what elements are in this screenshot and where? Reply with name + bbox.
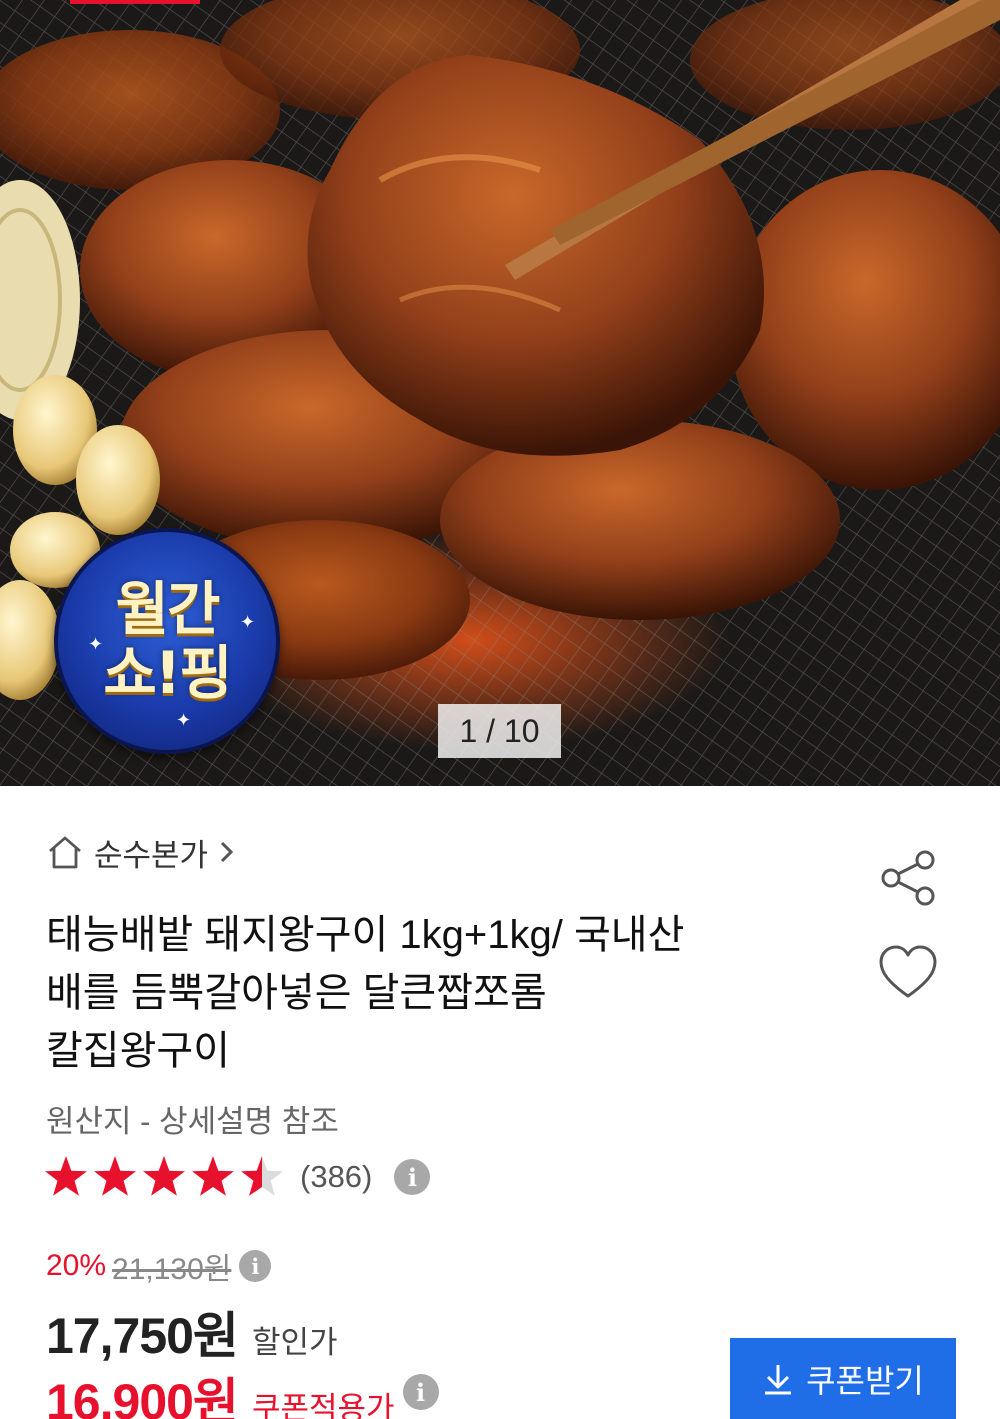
badge-line-2: 쇼!핑 xyxy=(103,639,232,707)
info-icon[interactable]: i xyxy=(402,1374,439,1410)
rating-summary[interactable]: (386) i xyxy=(44,1152,431,1202)
store-link[interactable]: 순수본가 xyxy=(46,832,236,873)
info-icon[interactable]: i xyxy=(239,1250,272,1282)
review-count: (386) xyxy=(300,1159,373,1194)
origin-info: 원산지 - 상세설명 참조 xyxy=(46,1104,339,1139)
discount-row: 20% 21,130원 i xyxy=(46,1246,272,1286)
product-title-line: 배를 듬뿍갈아넣은 달큰짭쪼롬 xyxy=(46,971,547,1015)
product-image-gallery[interactable]: 월간 쇼!핑 ✦ ✦ ✦ 1 / 10 xyxy=(0,0,1000,786)
star-rating xyxy=(45,1156,283,1196)
product-title-line: 칼집왕구이 xyxy=(46,1029,230,1073)
sale-price-label: 할인가 xyxy=(251,1325,338,1360)
coupon-price: 16,900원 xyxy=(46,1374,239,1419)
product-title: 태능배밭 돼지왕구이 1kg+1kg/ 국내산 배를 듬뿍갈아넣은 달큰짭쪼롬 … xyxy=(46,906,846,1080)
coupon-price-row: 16,900원 쿠폰적용가 i xyxy=(46,1362,439,1419)
badge-line-1: 월간 xyxy=(115,575,221,643)
share-icon[interactable] xyxy=(878,848,938,908)
star-icon xyxy=(45,1156,87,1196)
chevron-right-icon xyxy=(221,841,234,863)
original-price: 21,130원 xyxy=(112,1253,232,1286)
sale-price: 17,750원 xyxy=(46,1308,239,1364)
star-icon xyxy=(143,1156,185,1196)
star-icon xyxy=(192,1156,234,1196)
heart-icon[interactable] xyxy=(878,944,938,1000)
get-coupon-label: 쿠폰받기 xyxy=(806,1362,924,1399)
star-icon xyxy=(94,1156,136,1196)
product-title-line: 태능배밭 돼지왕구이 1kg+1kg/ 국내산 xyxy=(46,913,685,957)
get-coupon-button[interactable]: 쿠폰받기 xyxy=(730,1338,956,1419)
sparkle-icon: ✦ xyxy=(176,710,192,731)
monthly-shopping-badge: 월간 쇼!핑 ✦ ✦ ✦ xyxy=(54,528,280,754)
top-indicator xyxy=(70,0,200,4)
download-icon xyxy=(765,1364,792,1394)
image-counter: 1 / 10 xyxy=(438,704,561,758)
coupon-price-label: 쿠폰적용가 xyxy=(251,1391,395,1419)
sale-price-row: 17,750원 할인가 xyxy=(46,1296,338,1364)
sparkle-icon: ✦ xyxy=(88,634,104,655)
store-name: 순수본가 xyxy=(94,837,209,873)
star-icon xyxy=(241,1156,283,1196)
home-icon xyxy=(49,836,81,869)
info-icon[interactable]: i xyxy=(394,1159,431,1195)
discount-rate: 20% xyxy=(46,1249,107,1282)
sparkle-icon: ✦ xyxy=(240,612,256,633)
